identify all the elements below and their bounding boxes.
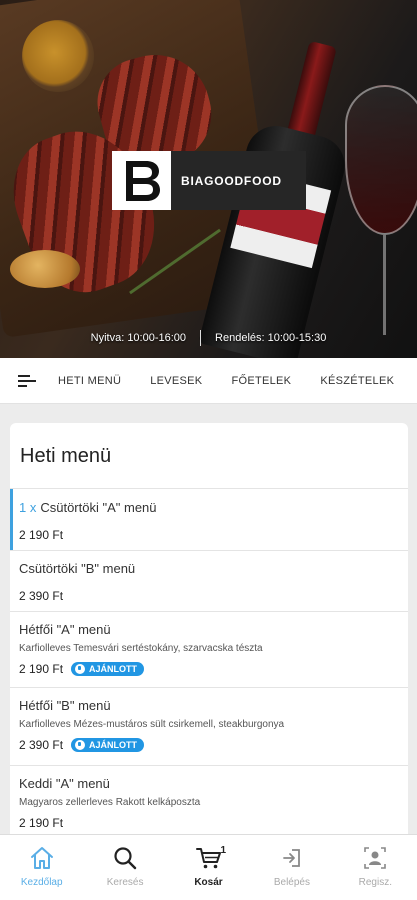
potato-image — [10, 250, 80, 288]
hero-banner: BIAGOODFOOD Nyitva: 10:00-16:00 Rendelés… — [0, 0, 417, 358]
cart-icon — [195, 848, 221, 869]
menu-card: Heti menü 1 x Csütörtöki "A" menü 2 190 F… — [10, 423, 408, 843]
brand-logo: BIAGOODFOOD — [112, 151, 306, 210]
item-name: Csütörtöki "A" menü — [40, 500, 157, 515]
item-name: Csütörtöki "B" menü — [19, 561, 136, 576]
quantity-label: 1 x — [19, 500, 37, 515]
menu-icon[interactable] — [18, 372, 36, 390]
nav-home-label: Kezdőlap — [20, 877, 63, 888]
sauce-bowl-image — [22, 20, 94, 92]
item-price: 2 390 Ft — [19, 738, 64, 752]
item-price: 2 190 Ft — [19, 528, 64, 542]
item-name: Hétfői "B" menü — [19, 698, 111, 713]
home-icon — [30, 847, 53, 869]
nav-search[interactable]: Keresés — [83, 835, 166, 900]
list-item[interactable]: Keddi "A" menü Magyaros zellerleves Rako… — [10, 766, 408, 842]
nav-register-label: Regisz. — [358, 877, 392, 888]
item-description: Magyaros zellerleves Rakott kelkáposzta — [19, 797, 201, 808]
login-icon — [283, 849, 300, 867]
nav-login[interactable]: Belépés — [250, 835, 333, 900]
hours-divider — [200, 330, 202, 346]
list-item[interactable]: Hétfői "A" menü Karfiolleves Temesvári s… — [10, 612, 408, 688]
recommended-icon — [75, 664, 86, 674]
item-price: 2 390 Ft — [19, 589, 64, 603]
nav-cart[interactable]: 1 Kosár — [167, 835, 250, 900]
recommended-icon — [75, 740, 86, 750]
item-price: 2 190 Ft — [19, 816, 64, 830]
item-name: Keddi "A" menü — [19, 776, 110, 791]
tab-levesek[interactable]: LEVESEK — [150, 375, 202, 387]
recommended-badge: AJÁNLOTT — [71, 738, 145, 752]
tab-heti-menu[interactable]: HETI MENÜ — [58, 375, 121, 387]
brand-name: BIAGOODFOOD — [181, 173, 282, 188]
wine-glass-image — [345, 85, 417, 235]
bottom-nav: Kezdőlap Keresés 1 Kosár Belépés Regisz. — [0, 834, 417, 900]
nav-cart-label: Kosár — [194, 877, 223, 888]
open-hours-text: Nyitva: 10:00-16:00 — [90, 332, 187, 344]
order-hours-text: Rendelés: 10:00-15:30 — [215, 332, 327, 344]
nav-register[interactable]: Regisz. — [334, 835, 417, 900]
list-item[interactable]: Csütörtöki "B" menü 2 390 Ft — [10, 551, 408, 612]
item-name: Hétfői "A" menü — [19, 622, 111, 637]
opening-hours: Nyitva: 10:00-16:00 Rendelés: 10:00-15:3… — [0, 328, 417, 348]
item-description: Karfiolleves Mézes-mustáros sült csirkem… — [19, 719, 285, 730]
recommended-badge: AJÁNLOTT — [71, 662, 145, 676]
item-price: 2 190 Ft — [19, 662, 64, 676]
list-item[interactable]: 1 x Csütörtöki "A" menü 2 190 Ft — [10, 489, 408, 551]
register-icon — [364, 847, 387, 869]
nav-search-label: Keresés — [106, 877, 144, 888]
tab-keszetelek[interactable]: KÉSZÉTELEK — [320, 375, 394, 387]
brand-logo-mark — [112, 151, 171, 210]
nav-login-label: Belépés — [273, 877, 310, 888]
wine-glass-stem — [383, 235, 386, 335]
item-description: Karfiolleves Temesvári sertéstokány, sza… — [19, 643, 263, 654]
list-item[interactable]: Hétfői "B" menü Karfiolleves Mézes-mustá… — [10, 688, 408, 766]
category-nav: HETI MENÜ LEVESEK FŐETELEK KÉSZÉTELEK — [0, 358, 417, 404]
search-icon — [114, 847, 137, 870]
tab-foetelek[interactable]: FŐETELEK — [231, 375, 291, 387]
section-title: Heti menü — [10, 423, 408, 489]
cart-count: 1 — [220, 845, 227, 856]
nav-home[interactable]: Kezdőlap — [0, 835, 83, 900]
brand-b-icon — [125, 160, 160, 201]
